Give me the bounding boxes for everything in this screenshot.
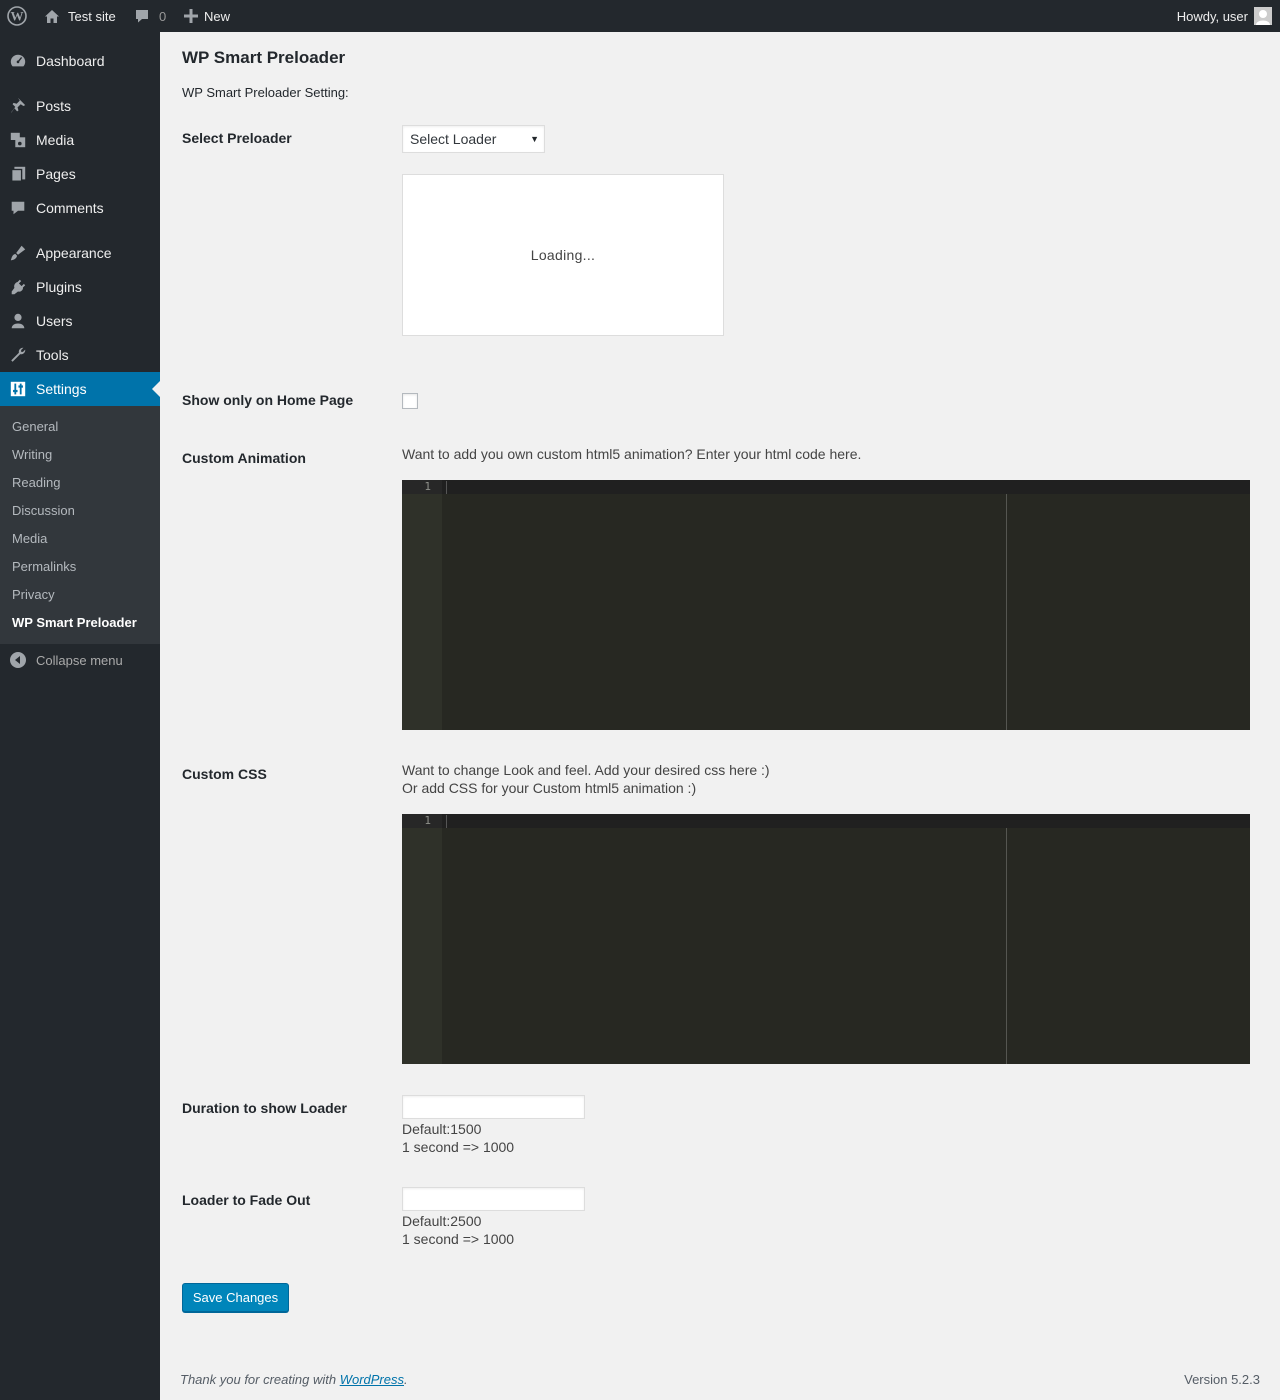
custom-css-label: Custom CSS (182, 766, 267, 782)
new-label: New (204, 8, 231, 24)
avatar (1254, 7, 1272, 25)
collapse-menu-button[interactable]: Collapse menu (0, 648, 123, 672)
pages-icon (0, 165, 36, 183)
wordpress-link[interactable]: WordPress (340, 1372, 404, 1387)
collapse-arrow-icon (0, 652, 36, 668)
site-name-link[interactable]: Test site (44, 0, 116, 32)
plug-icon (0, 278, 36, 296)
preloader-preview: Loading... (402, 174, 724, 336)
editor-print-margin (1006, 494, 1007, 730)
select-preloader-label: Select Preloader (182, 130, 292, 146)
duration-label: Duration to show Loader (182, 1100, 347, 1116)
home-only-label: Show only on Home Page (182, 392, 354, 408)
wrench-icon (0, 346, 36, 364)
footer-thanks: Thank you for creating with WordPress. (180, 1372, 408, 1387)
custom-animation-description: Want to add you own custom html5 animati… (402, 446, 862, 462)
submenu-media[interactable]: Media (12, 531, 47, 546)
my-account-link[interactable]: Howdy, user (1177, 0, 1272, 32)
admin-sidebar: Dashboard Posts Media Pages Comments App… (0, 32, 160, 1400)
comment-icon (0, 199, 36, 217)
dashboard-icon (0, 52, 36, 70)
fade-out-unit-hint: 1 second => 1000 (402, 1231, 515, 1247)
sidebar-item-plugins[interactable]: Plugins (0, 270, 160, 304)
submenu-reading[interactable]: Reading (12, 475, 60, 490)
custom-animation-editor[interactable]: 1 (402, 480, 1250, 730)
footer-version: Version 5.2.3 (1184, 1372, 1260, 1387)
submenu-privacy[interactable]: Privacy (12, 587, 55, 602)
custom-css-description-2: Or add CSS for your Custom html5 animati… (402, 780, 697, 796)
editor-print-margin (1006, 828, 1007, 1064)
save-changes-button[interactable]: Save Changes (182, 1283, 289, 1312)
sidebar-item-settings[interactable]: Settings (0, 372, 160, 406)
fade-out-input[interactable] (402, 1187, 585, 1211)
new-content-link[interactable]: New (184, 0, 230, 32)
editor-gutter (402, 480, 442, 730)
footer-thanks-prefix: Thank you for creating with (180, 1372, 340, 1387)
sidebar-item-tools[interactable]: Tools (0, 338, 160, 372)
sidebar-item-appearance[interactable]: Appearance (0, 236, 160, 270)
submenu-permalinks[interactable]: Permalinks (12, 559, 76, 574)
home-icon (44, 9, 60, 24)
dropdown-arrow-icon: ▼ (530, 134, 539, 144)
custom-css-description-1: Want to change Look and feel. Add your d… (402, 762, 770, 778)
comment-bubble-icon (134, 8, 150, 24)
custom-css-editor[interactable]: 1 (402, 814, 1250, 1064)
user-icon (0, 312, 36, 330)
settings-sliders-icon (0, 380, 36, 398)
collapse-menu-label: Collapse menu (36, 652, 123, 668)
fade-out-label: Loader to Fade Out (182, 1192, 311, 1208)
submenu-discussion[interactable]: Discussion (12, 503, 75, 518)
editor-cursor (446, 815, 447, 828)
editor-active-line (402, 814, 1250, 828)
page-title: WP Smart Preloader (182, 48, 346, 67)
sidebar-item-media[interactable]: Media (0, 123, 160, 157)
admin-bar: W Test site 0 New Howdy, user (0, 0, 1280, 32)
wordpress-logo-icon[interactable]: W (0, 0, 34, 32)
media-icon (0, 131, 36, 149)
editor-line-number: 1 (424, 814, 431, 827)
editor-gutter (402, 814, 442, 1064)
svg-text:W: W (11, 9, 24, 24)
submenu-wp-smart-preloader[interactable]: WP Smart Preloader (12, 615, 137, 630)
page-subtitle: WP Smart Preloader Setting: (182, 85, 349, 100)
duration-default-hint: Default:1500 (402, 1121, 482, 1137)
settings-submenu: General Writing Reading Discussion Media… (0, 406, 160, 644)
plus-icon (184, 9, 198, 23)
preloader-select[interactable]: Select Loader ▼ (402, 125, 545, 153)
sidebar-item-pages[interactable]: Pages (0, 157, 160, 191)
submenu-general[interactable]: General (12, 419, 58, 434)
editor-active-line (402, 480, 1250, 494)
sidebar-item-dashboard[interactable]: Dashboard (0, 44, 160, 78)
sidebar-item-posts[interactable]: Posts (0, 89, 160, 123)
sidebar-item-comments[interactable]: Comments (0, 191, 160, 225)
comments-count: 0 (159, 8, 167, 24)
home-only-checkbox[interactable] (402, 393, 418, 409)
editor-line-number: 1 (424, 480, 431, 493)
submenu-writing[interactable]: Writing (12, 447, 52, 462)
sidebar-item-users[interactable]: Users (0, 304, 160, 338)
paintbrush-icon (0, 244, 36, 262)
footer-thanks-suffix: . (404, 1372, 408, 1387)
howdy-text: Howdy, user (1176, 8, 1248, 24)
preview-loading-text: Loading... (530, 247, 596, 263)
pushpin-icon (0, 97, 36, 115)
duration-unit-hint: 1 second => 1000 (402, 1139, 515, 1155)
site-name: Test site (68, 8, 116, 24)
editor-cursor (446, 481, 447, 494)
fade-out-default-hint: Default:2500 (402, 1213, 482, 1229)
main-content: WP Smart Preloader WP Smart Preloader Se… (160, 32, 1280, 1400)
preloader-select-value: Select Loader (410, 131, 497, 147)
duration-input[interactable] (402, 1095, 585, 1119)
custom-animation-label: Custom Animation (182, 450, 306, 466)
comments-link[interactable]: 0 (134, 0, 166, 32)
